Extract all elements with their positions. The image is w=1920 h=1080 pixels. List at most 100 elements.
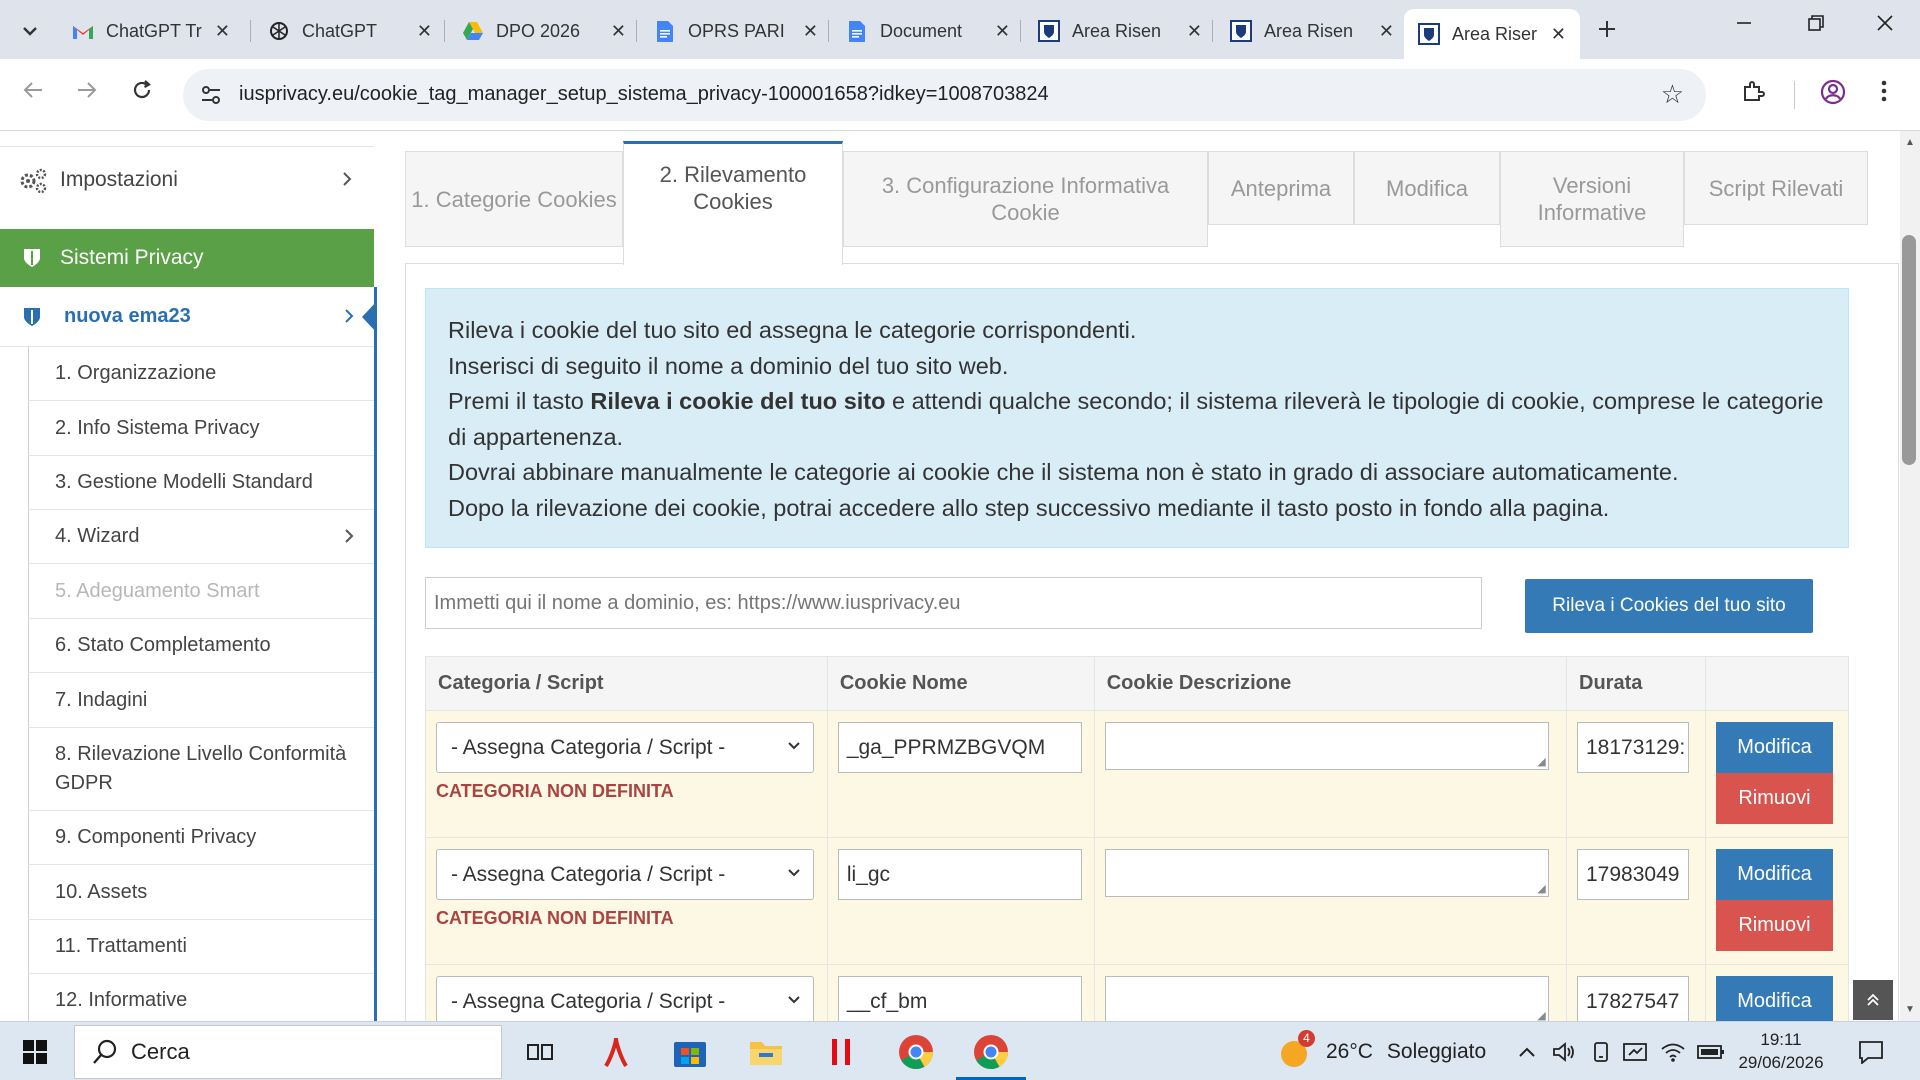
close-icon[interactable]: ✕ bbox=[417, 21, 432, 42]
extensions-icon[interactable] bbox=[1741, 79, 1765, 108]
profile-avatar-icon[interactable] bbox=[1820, 79, 1846, 110]
remove-button[interactable]: Rimuovi bbox=[1715, 773, 1833, 824]
clock[interactable]: 19:11 29/06/2026 bbox=[1733, 1028, 1829, 1074]
browser-tab[interactable]: Area Risen ✕ bbox=[1216, 9, 1408, 53]
notifications-icon[interactable] bbox=[1857, 1034, 1885, 1070]
domain-input[interactable] bbox=[425, 577, 1482, 629]
sidebar-item-modelli-standard[interactable]: 3. Gestione Modelli Standard bbox=[28, 456, 374, 510]
resize-grip-icon[interactable]: ◢ bbox=[1537, 1009, 1545, 1021]
weather-widget[interactable]: 4 26°C Soleggiato bbox=[1278, 1022, 1486, 1080]
sidebar-section-sistemi-privacy[interactable]: Sistemi Privacy bbox=[0, 229, 374, 287]
scrollbar-thumb[interactable] bbox=[1902, 235, 1916, 465]
close-icon[interactable]: ✕ bbox=[803, 21, 818, 42]
cookie-description-textarea[interactable]: ◢ bbox=[1104, 722, 1549, 770]
duration-input[interactable]: 18173129: bbox=[1577, 722, 1689, 773]
device-icon[interactable] bbox=[1590, 1034, 1612, 1070]
tab-search-button[interactable] bbox=[12, 13, 48, 49]
detect-cookies-button[interactable]: Rileva i Cookies del tuo sito bbox=[1525, 579, 1813, 633]
browser-tab[interactable]: ChatGPT Tr ✕ bbox=[58, 9, 244, 53]
close-icon[interactable]: ✕ bbox=[611, 21, 626, 42]
cookie-description-textarea[interactable]: ◢ bbox=[1104, 849, 1549, 897]
chrome-icon[interactable] bbox=[897, 1034, 935, 1070]
cookie-name-input[interactable]: _ga_PPRMZBGVQM bbox=[837, 722, 1082, 773]
close-icon[interactable]: ✕ bbox=[995, 21, 1010, 42]
browser-tab[interactable]: OPRS PARI ✕ bbox=[640, 9, 832, 53]
network-status-icon[interactable] bbox=[1622, 1034, 1650, 1070]
category-select[interactable]: - Assegna Categoria / Script - bbox=[436, 849, 814, 900]
sidebar-item-wizard[interactable]: 4. Wizard bbox=[28, 510, 374, 564]
sidebar-item-informative[interactable]: 12. Informative bbox=[28, 974, 374, 1021]
browser-tab[interactable]: Document ✕ bbox=[832, 9, 1024, 53]
omnibox[interactable]: iusprivacy.eu/cookie_tag_manager_setup_s… bbox=[183, 69, 1706, 121]
file-explorer-icon[interactable] bbox=[748, 1034, 784, 1070]
windows-start-icon[interactable] bbox=[22, 1034, 48, 1070]
close-icon[interactable]: ✕ bbox=[215, 21, 230, 42]
cookie-name-input[interactable]: __cf_bm bbox=[837, 976, 1082, 1021]
info-line: Premi il tasto Rileva i cookie del tuo s… bbox=[448, 384, 1826, 455]
url-text[interactable]: iusprivacy.eu/cookie_tag_manager_setup_s… bbox=[239, 83, 1049, 106]
edit-button[interactable]: Modifica bbox=[1715, 722, 1833, 773]
tab-anteprima[interactable]: Anteprima bbox=[1208, 151, 1354, 225]
forward-button[interactable] bbox=[76, 77, 98, 108]
close-window-button[interactable] bbox=[1876, 12, 1894, 38]
scroll-up-arrow-icon[interactable]: ▲ bbox=[1905, 137, 1915, 148]
chrome-active-icon[interactable] bbox=[972, 1034, 1010, 1070]
chevron-up-icon[interactable] bbox=[1517, 1034, 1537, 1070]
sidebar-item-indagini[interactable]: 7. Indagini bbox=[28, 673, 374, 728]
sidebar-current-system[interactable]: nuova ema23 bbox=[0, 287, 374, 347]
task-view-icon[interactable] bbox=[525, 1034, 555, 1070]
acrobat-icon[interactable] bbox=[601, 1034, 631, 1070]
scroll-down-arrow-icon[interactable]: ▼ bbox=[1905, 1004, 1915, 1015]
browser-tab[interactable]: Area Risen ✕ bbox=[1024, 9, 1216, 53]
browser-tab[interactable]: DPO 2026 ✕ bbox=[448, 9, 640, 53]
page-scrollbar[interactable]: ▲ ▼ bbox=[1900, 131, 1920, 1021]
battery-icon[interactable] bbox=[1697, 1034, 1725, 1070]
netflix-icon[interactable] bbox=[829, 1034, 853, 1070]
duration-input[interactable]: 17827547 bbox=[1577, 976, 1689, 1021]
tab-categorie-cookies[interactable]: 1. Categorie Cookies bbox=[405, 151, 623, 247]
browser-menu-icon[interactable] bbox=[1880, 79, 1888, 108]
browser-tab[interactable]: ChatGPT ✕ bbox=[254, 9, 446, 53]
cookie-name-input[interactable]: li_gc bbox=[837, 849, 1082, 900]
wifi-icon[interactable] bbox=[1660, 1034, 1686, 1070]
tab-separator bbox=[444, 20, 445, 42]
tab-modifica[interactable]: Modifica bbox=[1354, 151, 1500, 225]
tab-configurazione-informativa[interactable]: 3. Configurazione Informativa Cookie bbox=[843, 151, 1208, 247]
minimize-button[interactable] bbox=[1735, 12, 1753, 38]
close-icon[interactable]: ✕ bbox=[1379, 21, 1394, 42]
tab-versioni-informative[interactable]: Versioni Informative bbox=[1500, 151, 1684, 247]
scroll-to-top-button[interactable] bbox=[1853, 980, 1893, 1020]
reload-button[interactable] bbox=[131, 77, 153, 108]
microsoft-store-icon[interactable] bbox=[672, 1034, 708, 1070]
speaker-icon[interactable] bbox=[1552, 1034, 1576, 1070]
sidebar-item-assets[interactable]: 10. Assets bbox=[28, 865, 374, 920]
remove-button[interactable]: Rimuovi bbox=[1715, 900, 1833, 951]
bookmark-star-icon[interactable]: ☆ bbox=[1661, 79, 1684, 110]
sidebar-item-organizzazione[interactable]: 1. Organizzazione bbox=[28, 347, 374, 401]
sidebar-item-info-sistema[interactable]: 2. Info Sistema Privacy bbox=[28, 401, 374, 456]
sidebar-item-rilevazione-conformita[interactable]: 8. Rilevazione Livello Conformità GDPR bbox=[28, 728, 374, 811]
cookie-description-textarea[interactable]: ◢ bbox=[1104, 976, 1549, 1021]
sidebar-item-trattamenti[interactable]: 11. Trattamenti bbox=[28, 920, 374, 974]
category-select[interactable]: - Assegna Categoria / Script - bbox=[436, 722, 814, 773]
resize-grip-icon[interactable]: ◢ bbox=[1537, 882, 1545, 895]
edit-button[interactable]: Modifica bbox=[1715, 849, 1833, 900]
resize-grip-icon[interactable]: ◢ bbox=[1537, 755, 1545, 768]
close-icon[interactable]: ✕ bbox=[1551, 24, 1566, 45]
close-icon[interactable]: ✕ bbox=[1187, 21, 1202, 42]
tab-rilevamento-cookies[interactable]: 2. Rilevamento Cookies bbox=[623, 141, 843, 265]
new-tab-button[interactable] bbox=[1597, 14, 1617, 46]
restore-button[interactable] bbox=[1807, 12, 1825, 38]
name-cell: li_gc bbox=[826, 837, 1095, 965]
site-settings-icon[interactable] bbox=[199, 83, 223, 107]
duration-input[interactable]: 17983049 bbox=[1577, 849, 1689, 900]
sidebar-item-stato-completamento[interactable]: 6. Stato Completamento bbox=[28, 619, 374, 673]
back-button[interactable] bbox=[22, 77, 44, 108]
sidebar-item-componenti-privacy[interactable]: 9. Componenti Privacy bbox=[28, 811, 374, 865]
tab-script-rilevati[interactable]: Script Rilevati bbox=[1684, 151, 1868, 225]
category-select[interactable]: - Assegna Categoria / Script - bbox=[436, 976, 814, 1021]
edit-button[interactable]: Modifica bbox=[1715, 976, 1833, 1021]
taskbar-search[interactable]: Cerca bbox=[74, 1025, 502, 1079]
sidebar-settings[interactable]: Impostazioni bbox=[0, 146, 374, 212]
browser-tab-active[interactable]: Area Riser ✕ bbox=[1404, 9, 1580, 59]
